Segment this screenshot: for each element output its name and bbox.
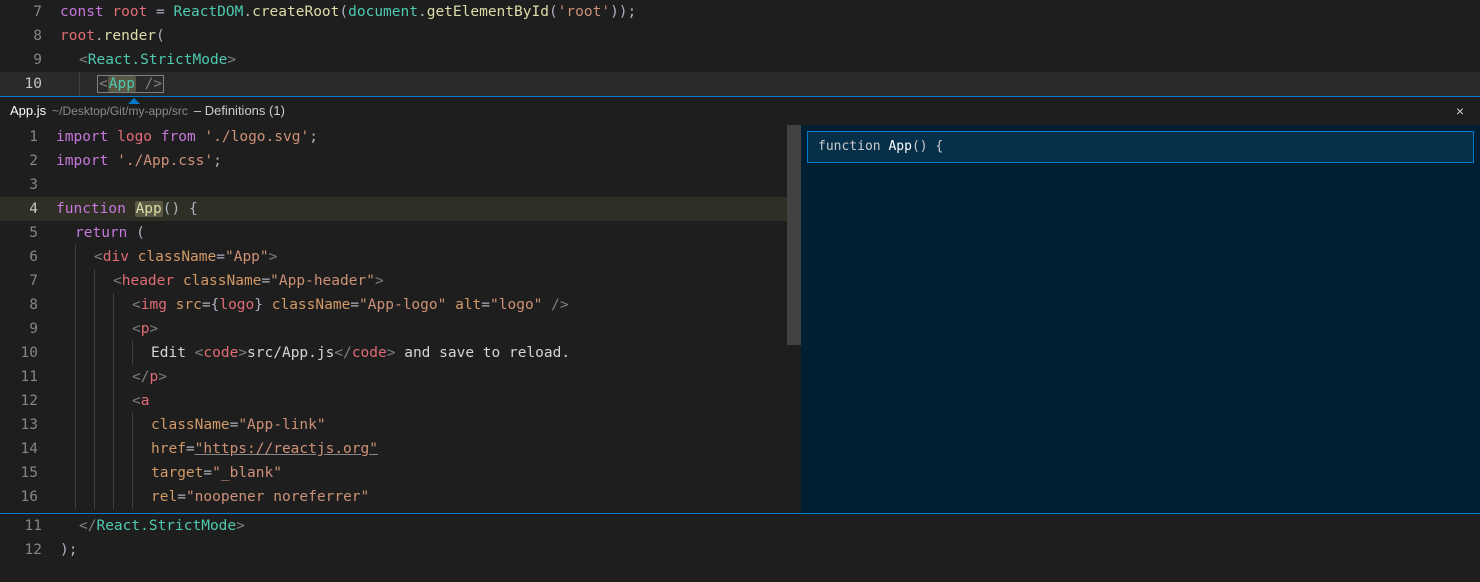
line-number: 1	[0, 125, 56, 149]
code-line[interactable]: 3	[0, 173, 801, 197]
line-number: 10	[0, 341, 56, 365]
code-line[interactable]: 8<img src={logo} className="App-logo" al…	[0, 293, 801, 317]
code-line[interactable]: 10Edit <code>src/App.js</code> and save …	[0, 341, 801, 365]
code-content: root.render(	[60, 24, 165, 48]
code-content: <div className="App">	[56, 245, 277, 269]
code-content: </p>	[56, 365, 167, 389]
code-line[interactable]: 14href="https://reactjs.org"	[0, 437, 801, 461]
code-content: href="https://reactjs.org"	[56, 437, 378, 461]
line-number: 10	[0, 72, 60, 96]
line-number: 12	[0, 538, 60, 562]
code-line[interactable]: 12<a	[0, 389, 801, 413]
code-line[interactable]: 12);	[0, 538, 1480, 562]
line-number: 8	[0, 24, 60, 48]
line-number: 9	[0, 48, 60, 72]
peek-editor[interactable]: 1import logo from './logo.svg';2import '…	[0, 125, 801, 513]
code-content: <p>	[56, 317, 158, 341]
code-line[interactable]: 2import './App.css';	[0, 149, 801, 173]
line-number: 6	[0, 245, 56, 269]
code-content: import './App.css';	[56, 149, 222, 173]
peek-filename: App.js	[10, 99, 46, 123]
code-content: target="_blank"	[56, 461, 282, 485]
peek-filepath: ~/Desktop/Git/my-app/src	[52, 99, 188, 123]
code-content: <App />	[60, 72, 163, 96]
code-content: Edit <code>src/App.js</code> and save to…	[56, 341, 570, 365]
line-number: 4	[0, 197, 56, 221]
code-line[interactable]: 6<div className="App">	[0, 245, 801, 269]
code-content: <React.StrictMode>	[60, 48, 236, 72]
peek-definitions-label: – Definitions (1)	[194, 99, 285, 123]
line-number: 11	[0, 365, 56, 389]
code-content: <a	[56, 389, 149, 413]
code-line[interactable]: 10<App />	[0, 72, 1480, 96]
code-line[interactable]: 9<p>	[0, 317, 801, 341]
line-number: 16	[0, 485, 56, 509]
code-content: className="App-link"	[56, 413, 326, 437]
line-number: 11	[0, 514, 60, 538]
line-number: 8	[0, 293, 56, 317]
peek-indicator-triangle	[128, 98, 140, 104]
code-line[interactable]: 4function App() {	[0, 197, 801, 221]
line-number: 3	[0, 173, 56, 197]
code-content: import logo from './logo.svg';	[56, 125, 318, 149]
code-content: <img src={logo} className="App-logo" alt…	[56, 293, 569, 317]
code-line[interactable]: 11</React.StrictMode>	[0, 514, 1480, 538]
outer-editor-bottom[interactable]: 11</React.StrictMode>12);	[0, 514, 1480, 562]
code-line[interactable]: 11</p>	[0, 365, 801, 389]
code-content: rel="noopener noreferrer"	[56, 485, 369, 509]
line-number: 14	[0, 437, 56, 461]
code-line[interactable]: 5return (	[0, 221, 801, 245]
code-line[interactable]: 8root.render(	[0, 24, 1480, 48]
code-content: return (	[56, 221, 145, 245]
code-content: <header className="App-header">	[56, 269, 384, 293]
code-content: function App() {	[56, 197, 198, 221]
peek-scrollbar-thumb[interactable]	[787, 125, 801, 345]
line-number: 13	[0, 413, 56, 437]
outer-editor-top[interactable]: 7const root = ReactDOM.createRoot(docume…	[0, 0, 1480, 96]
line-number: 12	[0, 389, 56, 413]
line-number: 9	[0, 317, 56, 341]
peek-header: App.js ~/Desktop/Git/my-app/src – Defini…	[0, 97, 1480, 125]
code-line[interactable]: 1import logo from './logo.svg';	[0, 125, 801, 149]
code-line[interactable]: 16rel="noopener noreferrer"	[0, 485, 801, 509]
line-number: 15	[0, 461, 56, 485]
line-number: 7	[0, 269, 56, 293]
code-content: const root = ReactDOM.createRoot(documen…	[60, 0, 636, 24]
code-content: );	[60, 538, 77, 562]
reference-item[interactable]: function App() {	[807, 131, 1474, 163]
code-line[interactable]: 7const root = ReactDOM.createRoot(docume…	[0, 0, 1480, 24]
peek-scrollbar[interactable]	[787, 125, 801, 513]
line-number: 5	[0, 221, 56, 245]
peek-reference-list: function App() {	[801, 125, 1480, 513]
peek-view: App.js ~/Desktop/Git/my-app/src – Defini…	[0, 96, 1480, 514]
close-icon[interactable]: ×	[1450, 97, 1470, 125]
line-number: 2	[0, 149, 56, 173]
code-line[interactable]: 9<React.StrictMode>	[0, 48, 1480, 72]
code-content: </React.StrictMode>	[60, 514, 245, 538]
code-line[interactable]: 7<header className="App-header">	[0, 269, 801, 293]
code-line[interactable]: 15target="_blank"	[0, 461, 801, 485]
line-number: 7	[0, 0, 60, 24]
code-line[interactable]: 13className="App-link"	[0, 413, 801, 437]
